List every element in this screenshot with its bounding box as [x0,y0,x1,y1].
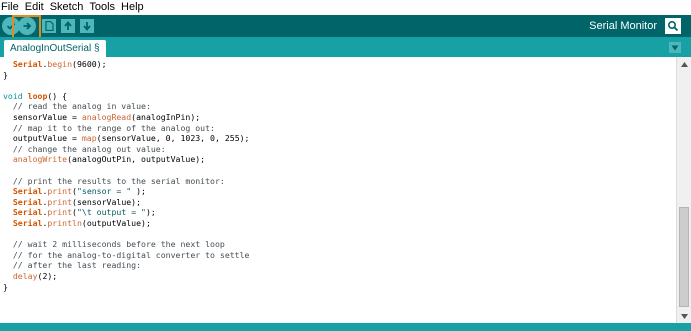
code-token: (2); [37,271,58,281]
arrow-up-icon [680,61,688,67]
code-token: () { [47,90,68,101]
code-line: // map it to the range of the analog out… [3,123,215,133]
arrow-down-icon [680,313,688,319]
code-token: println [47,218,82,228]
code-line: sensorValue = analogRead(analogInPin); [3,112,200,122]
open-icon [64,21,72,30]
upload-highlight-box [12,15,41,39]
code-token: // wait 2 milliseconds before the next l… [3,239,225,250]
code-token: sensorValue = [3,112,82,122]
code-token: Serial [12,186,43,197]
code-token: outputValue = [3,133,82,144]
code-token: // after the last reading: [3,260,142,271]
serial-monitor-button[interactable] [665,18,681,34]
code-token: // read the analog in value: [3,101,151,112]
menu-file[interactable]: File [0,0,22,15]
code-token: (outputValue); [81,218,151,228]
menu-edit[interactable]: Edit [22,0,47,15]
code-token: (sensorValue, 0, 1023, 0, 255); [96,133,250,144]
code-token: map [81,133,97,144]
save-icon [83,22,91,31]
code-token: // map it to the range of the analog out… [3,122,215,133]
serial-monitor-label: Serial Monitor [589,20,657,32]
code-token: void [3,90,23,101]
menu-sketch[interactable]: Sketch [47,0,87,15]
code-token: analogRead [81,112,132,122]
code-line: } [3,70,8,80]
chevron-down-icon [671,45,679,50]
status-strip [0,323,691,331]
code-token: (9600); [72,59,107,69]
magnifier-icon [667,20,679,32]
code-line: delay(2); [3,271,57,281]
code-token: begin [47,59,73,69]
scroll-down-arrow[interactable] [679,311,689,321]
code-token: "\t output = " [76,207,146,218]
code-token: analogWrite [12,154,68,165]
tab-menu-button[interactable] [669,42,681,53]
code-token: Serial [12,196,43,207]
code-token: delay [12,271,38,281]
menu-bar: File Edit Sketch Tools Help [0,0,691,15]
code-line: // change the analog out value: [3,144,166,154]
code-token: } [3,281,8,292]
code-token: // print the results to the serial monit… [3,175,225,186]
code-line: } [3,282,8,292]
code-line: // read the analog in value: [3,101,151,111]
code-token: loop [27,90,48,101]
code-token: "sensor = " [76,186,132,197]
code-line: Serial.print(sensorValue); [3,197,141,207]
code-token: print [47,207,73,218]
code-token: Serial [12,207,43,218]
code-token: ); [131,186,146,197]
code-line: // for the analog-to-digital converter t… [3,249,250,260]
code-token: (sensorValue); [72,196,142,207]
code-token: } [3,69,8,80]
menu-tools[interactable]: Tools [86,0,118,15]
code-token: Serial [12,218,43,228]
new-button[interactable] [42,19,56,33]
code-token: (analogInPin); [131,112,201,122]
code-line: void loop() { [3,91,67,101]
menu-help[interactable]: Help [118,0,147,15]
scroll-up-arrow[interactable] [679,59,689,69]
code-editor[interactable]: Serial.begin(9600);} void loop() { // rea… [0,57,676,323]
code-token: // for the analog-to-digital converter t… [3,249,250,260]
code-line: Serial.print("sensor = " ); [3,186,146,196]
code-token: (analogOutPin, outputValue); [67,154,206,165]
tab-bar: AnalogInOutSerial § [0,37,691,57]
open-button[interactable] [61,19,75,33]
scroll-thumb[interactable] [679,207,689,307]
code-line: // wait 2 milliseconds before the next l… [3,239,225,249]
code-line: analogWrite(analogOutPin, outputValue); [3,154,205,164]
code-line: // after the last reading: [3,260,141,270]
toolbar [0,15,691,37]
new-icon [44,21,54,31]
vertical-scrollbar[interactable] [676,57,691,323]
code-token: print [47,196,73,207]
code-line: Serial.begin(9600); [3,59,107,69]
code-line: Serial.println(outputValue); [3,218,151,228]
code-token: Serial [12,59,43,69]
tab-analoginoutserial[interactable]: AnalogInOutSerial § [4,40,106,57]
code-token: ); [145,207,156,218]
code-line: outputValue = map(sensorValue, 0, 1023, … [3,133,250,144]
code-line: Serial.print("\t output = "); [3,207,156,217]
code-token: // change the analog out value: [3,143,166,154]
code-line: // print the results to the serial monit… [3,176,225,186]
save-button[interactable] [80,19,94,33]
code-token: print [47,186,73,197]
